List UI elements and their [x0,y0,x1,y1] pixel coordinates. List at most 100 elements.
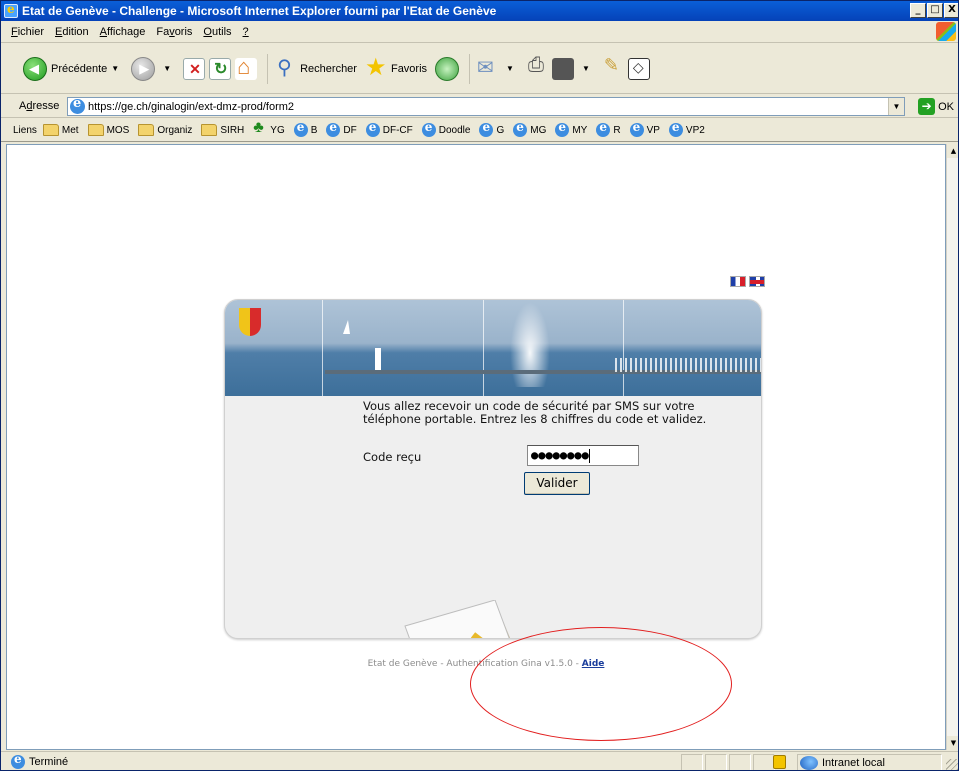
scroll-down-icon[interactable]: ▼ [947,736,958,750]
status-cell [681,754,703,770]
link-g[interactable]: G [479,120,504,137]
chevron-down-icon[interactable]: ▼ [888,98,904,115]
link-organiz[interactable]: Organiz [138,124,192,136]
edit-icon [551,57,574,80]
address-bar: Adresse https://ge.ch/ginalogin/ext-dmz-… [1,95,958,118]
geneva-banner [225,300,761,396]
folder-icon [87,124,104,136]
search-button[interactable]: Rechercher [274,55,357,80]
jet-deau-icon [510,302,550,387]
ie-page-icon [555,120,570,137]
link-doodle[interactable]: Doodle [421,120,470,137]
toolbar-separator [469,53,471,84]
link-df-cf[interactable]: DF-CF [365,120,413,137]
link-met[interactable]: Met [42,124,79,136]
window-controls: _ □ X [910,3,958,18]
window-title: Etat de Genève - Challenge - Microsoft I… [22,4,497,18]
menu-help[interactable]: ? [243,26,249,38]
folder-icon [42,124,59,136]
minimize-button[interactable]: _ [910,3,926,18]
link-df[interactable]: DF [326,120,357,137]
language-switcher [730,276,765,287]
harbor-boats-icon [615,358,761,372]
stop-icon[interactable] [183,57,206,80]
code-input[interactable]: ●●●●●●●● [527,445,639,466]
menu-bar: Fichier Edition Affichage Favoris Outils… [1,21,958,43]
link-vp2[interactable]: VP2 [668,120,705,137]
banner-divider [483,300,484,396]
favorites-button[interactable]: Favoris [365,53,428,82]
favorites-button-label: Favoris [390,62,428,75]
link-mos[interactable]: MOS [87,124,129,136]
uk-flag-icon[interactable] [749,276,765,287]
menu-favoris[interactable]: Favoris [156,26,192,38]
ie-page-icon [629,120,644,137]
page-content: Vous allez recevoir un code de sécurité … [6,144,946,750]
security-zone[interactable]: Intranet local [797,754,942,770]
star-icon [365,53,387,82]
messenger-icon[interactable] [627,57,650,80]
search-button-label: Rechercher [300,62,357,75]
back-button-label: Précédente [51,62,108,75]
ie-page-icon [326,120,341,137]
go-button[interactable]: ➔ OK [918,98,954,115]
folder-icon [138,124,155,136]
link-b[interactable]: B [293,120,317,137]
back-arrow-icon [23,56,47,81]
maximize-button[interactable]: □ [927,3,943,18]
mail-button[interactable]: ▼ [476,55,518,80]
address-label: Adresse [19,100,60,112]
lighthouse-icon [375,348,381,370]
menu-outils[interactable]: Outils [203,26,231,38]
chevron-down-icon[interactable]: ▼ [111,64,119,73]
status-cell [705,754,727,770]
link-my[interactable]: MY [555,120,587,137]
links-label: Liens [13,124,37,136]
link-vp[interactable]: VP [629,120,660,137]
chevron-down-icon[interactable]: ▼ [506,64,514,73]
standard-toolbar: Précédente ▼ ▼ Rechercher Favoris ▼ ▼ [1,44,958,94]
go-arrow-icon: ➔ [918,98,936,115]
chevron-down-icon[interactable]: ▼ [582,64,590,73]
text-caret [588,448,590,463]
banner-divider [322,300,323,396]
link-mg[interactable]: MG [513,120,546,137]
menu-fichier[interactable]: Fichier [11,26,44,38]
print-icon[interactable] [526,54,548,80]
code-value: ●●●●●●●● [531,448,589,462]
address-url: https://ge.ch/ginalogin/ext-dmz-prod/for… [88,100,295,113]
address-input[interactable]: https://ge.ch/ginalogin/ext-dmz-prod/for… [67,96,905,116]
lock-icon[interactable] [773,755,786,769]
tree-icon [253,119,267,137]
chevron-down-icon[interactable]: ▼ [163,64,171,73]
edit-button[interactable]: ▼ [551,57,594,80]
link-yg[interactable]: YG [253,119,284,137]
refresh-icon[interactable] [209,57,232,80]
windows-logo-icon [936,22,956,41]
title-bar[interactable]: Etat de Genève - Challenge - Microsoft I… [1,1,958,21]
home-icon[interactable] [235,54,258,80]
link-sirh[interactable]: SIRH [201,124,244,136]
vertical-scrollbar[interactable]: ▲ ▼ [946,144,958,750]
menu-edition[interactable]: Edition [55,26,89,38]
validate-button[interactable]: Valider [524,472,590,495]
status-bar: Terminé Intranet local [1,751,958,770]
history-icon[interactable] [435,56,460,81]
forward-button[interactable]: ▼ [131,56,175,81]
resize-grip-icon[interactable] [946,759,958,770]
ie-page-icon [668,120,683,137]
geneva-crest-icon [239,308,261,336]
close-button[interactable]: X [944,3,958,18]
zone-label: Intranet local [822,756,885,769]
menu-affichage[interactable]: Affichage [100,26,146,38]
internet-explorer-icon [4,2,18,18]
status-cell [729,754,751,770]
french-flag-icon[interactable] [730,276,746,287]
forward-arrow-icon [131,56,156,81]
link-r[interactable]: R [596,120,621,137]
scroll-up-icon[interactable]: ▲ [947,144,958,158]
intranet-icon [800,755,818,770]
back-button[interactable]: Précédente ▼ [23,56,123,81]
discuss-icon[interactable] [602,55,624,80]
ie-page-icon [596,120,611,137]
